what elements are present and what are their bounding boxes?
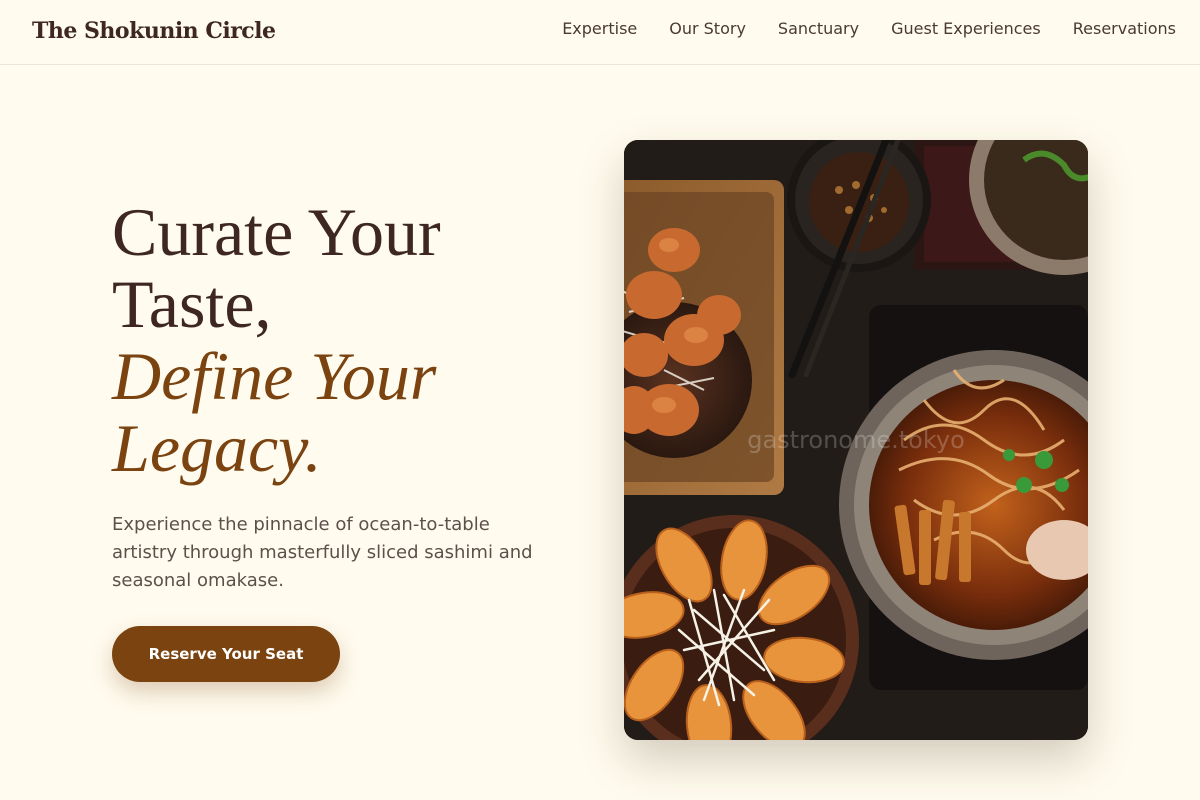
top-navigation-bar: The Shokunin Circle Expertise Our Story … [0,0,1200,65]
hero-title-accent: Define Your Legacy. [112,338,437,486]
food-illustration: gastronome.tokyo [624,140,1088,740]
image-watermark: gastronome.tokyo [747,426,965,454]
brand-logo[interactable]: The Shokunin Circle [32,18,276,44]
nav-link-our-story[interactable]: Our Story [669,19,746,38]
nav-link-sanctuary[interactable]: Sanctuary [778,19,859,38]
nav-link-expertise[interactable]: Expertise [562,19,637,38]
nav-link-reservations[interactable]: Reservations [1073,19,1176,38]
nav-link-guest-experiences[interactable]: Guest Experiences [891,19,1041,38]
hero-food-image: gastronome.tokyo [624,140,1088,740]
hero-title-line1: Curate Your Taste, [112,194,441,342]
hero-subtitle: Experience the pinnacle of ocean-to-tabl… [112,514,533,591]
main-nav: Expertise Our Story Sanctuary Guest Expe… [562,19,1176,38]
reserve-seat-button[interactable]: Reserve Your Seat [112,626,340,682]
hero-title: Curate Your Taste, Define Your Legacy. [112,196,582,484]
